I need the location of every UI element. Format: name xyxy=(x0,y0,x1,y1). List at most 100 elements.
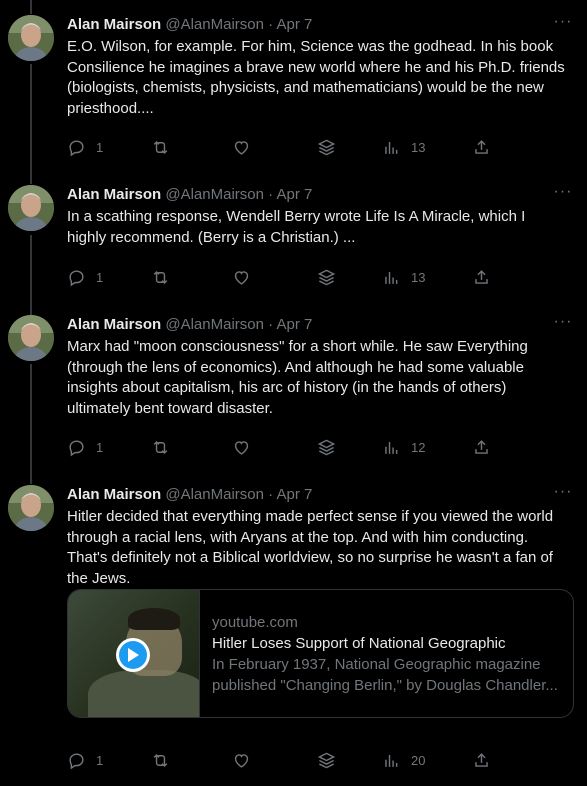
reply-button[interactable]: 1 xyxy=(67,137,103,157)
author-name[interactable]: Alan Mairson xyxy=(67,486,161,503)
share-button[interactable] xyxy=(472,750,491,770)
retweet-button[interactable] xyxy=(151,137,170,157)
views-button[interactable]: 12 xyxy=(382,437,425,457)
share-icon xyxy=(475,139,488,154)
card-title: Hitler Loses Support of National Geograp… xyxy=(212,635,506,652)
stack-icon xyxy=(317,439,336,455)
more-horizontal-icon[interactable]: ··· xyxy=(553,314,573,335)
card-body: youtube.com Hitler Loses Support of Nati… xyxy=(212,612,563,696)
tweet-header: Alan Mairson @AlanMairson · Apr 7 xyxy=(67,315,312,335)
separator: · xyxy=(268,316,274,333)
action-bar: 1 13 xyxy=(67,267,497,287)
author-handle[interactable]: @AlanMairson xyxy=(165,186,264,203)
like-button[interactable] xyxy=(232,267,251,287)
tweet-header: Alan Mairson @AlanMairson · Apr 7 xyxy=(67,15,312,35)
like-button[interactable] xyxy=(232,437,251,457)
avatar[interactable] xyxy=(8,185,54,231)
retweet-button[interactable] xyxy=(151,267,170,287)
video-thumbnail[interactable] xyxy=(68,590,200,717)
link-card[interactable]: youtube.com Hitler Loses Support of Nati… xyxy=(67,589,574,718)
card-description: In February 1937, National Geographic ma… xyxy=(212,654,563,696)
card-description-line: In February 1937, National Geographic ma… xyxy=(212,656,541,673)
retweet-button[interactable] xyxy=(151,437,170,457)
reply-count: 1 xyxy=(96,139,104,155)
avatar[interactable] xyxy=(8,485,54,531)
author-handle[interactable]: @AlanMairson xyxy=(165,316,264,333)
avatar[interactable] xyxy=(8,15,54,61)
view-count: 13 xyxy=(411,139,426,155)
tweet-date[interactable]: Apr 7 xyxy=(276,316,312,333)
reply-button[interactable]: 1 xyxy=(67,437,103,457)
avatar[interactable] xyxy=(8,315,54,361)
retweet-icon xyxy=(153,753,168,767)
action-bar: 1 20 xyxy=(67,750,497,770)
author-name[interactable]: Alan Mairson xyxy=(67,316,161,333)
more-horizontal-icon[interactable]: ··· xyxy=(553,14,573,35)
tweet[interactable]: Alan Mairson @AlanMairson · Apr 7 ··· Hi… xyxy=(0,484,587,775)
share-button[interactable] xyxy=(472,137,491,157)
views-button[interactable]: 20 xyxy=(382,750,425,770)
separator: · xyxy=(268,16,274,33)
views-bar-chart-icon xyxy=(385,141,398,154)
stack-icon xyxy=(317,269,336,285)
thread-line xyxy=(30,0,32,14)
thumbnail-shape xyxy=(88,670,199,717)
tweet-date[interactable]: Apr 7 xyxy=(276,186,312,203)
views-button[interactable]: 13 xyxy=(382,267,425,287)
retweet-button[interactable] xyxy=(151,750,170,770)
reply-count: 1 xyxy=(96,752,104,768)
more-horizontal-icon[interactable]: ··· xyxy=(553,184,573,205)
heart-icon xyxy=(234,140,249,155)
bookmark-stack-button[interactable] xyxy=(317,137,336,157)
card-domain: youtube.com xyxy=(212,614,298,631)
thumbnail-shape xyxy=(128,608,180,630)
reply-icon xyxy=(69,439,84,456)
tweet[interactable]: Alan Mairson @AlanMairson · Apr 7 ··· Ma… xyxy=(0,314,587,475)
heart-icon xyxy=(234,753,249,768)
retweet-icon xyxy=(153,440,168,454)
like-button[interactable] xyxy=(232,137,251,157)
tweet-header: Alan Mairson @AlanMairson · Apr 7 xyxy=(67,185,312,205)
stack-icon xyxy=(317,752,336,768)
author-name[interactable]: Alan Mairson xyxy=(67,16,161,33)
share-button[interactable] xyxy=(472,267,491,287)
reply-button[interactable]: 1 xyxy=(67,750,103,770)
heart-icon xyxy=(234,440,249,455)
tweet-text: E.O. Wilson, for example. For him, Scien… xyxy=(67,38,565,117)
tweet-text: Hitler decided that everything made perf… xyxy=(67,508,554,587)
bookmark-stack-button[interactable] xyxy=(317,750,336,770)
reply-icon xyxy=(69,752,84,769)
tweet-header: Alan Mairson @AlanMairson · Apr 7 xyxy=(67,485,312,505)
tweet[interactable]: Alan Mairson @AlanMairson · Apr 7 ··· In… xyxy=(0,184,587,300)
card-description-line: published "Changing Berlin," by Douglas … xyxy=(212,677,558,694)
author-handle[interactable]: @AlanMairson xyxy=(165,16,264,33)
more-horizontal-icon[interactable]: ··· xyxy=(553,484,573,505)
view-count: 13 xyxy=(411,269,426,285)
action-bar: 1 12 xyxy=(67,437,497,457)
separator: · xyxy=(268,486,274,503)
retweet-icon xyxy=(153,140,168,154)
like-button[interactable] xyxy=(232,750,251,770)
share-icon xyxy=(475,269,488,284)
views-button[interactable]: 13 xyxy=(382,137,425,157)
tweet-date[interactable]: Apr 7 xyxy=(276,16,312,33)
bookmark-stack-button[interactable] xyxy=(317,437,336,457)
reply-button[interactable]: 1 xyxy=(67,267,103,287)
views-bar-chart-icon xyxy=(385,754,398,767)
reply-icon xyxy=(69,269,84,286)
author-name[interactable]: Alan Mairson xyxy=(67,186,161,203)
tweet-date[interactable]: Apr 7 xyxy=(276,486,312,503)
separator: · xyxy=(268,186,274,203)
stack-icon xyxy=(317,139,336,155)
reply-count: 1 xyxy=(96,439,104,455)
share-icon xyxy=(475,752,488,767)
views-bar-chart-icon xyxy=(385,441,398,454)
reply-count: 1 xyxy=(96,269,104,285)
retweet-icon xyxy=(153,270,168,284)
tweet[interactable]: Alan Mairson @AlanMairson · Apr 7 ··· E.… xyxy=(0,14,587,165)
view-count: 20 xyxy=(411,752,426,768)
author-handle[interactable]: @AlanMairson xyxy=(165,486,264,503)
share-button[interactable] xyxy=(472,437,491,457)
play-icon[interactable] xyxy=(116,638,150,672)
bookmark-stack-button[interactable] xyxy=(317,267,336,287)
